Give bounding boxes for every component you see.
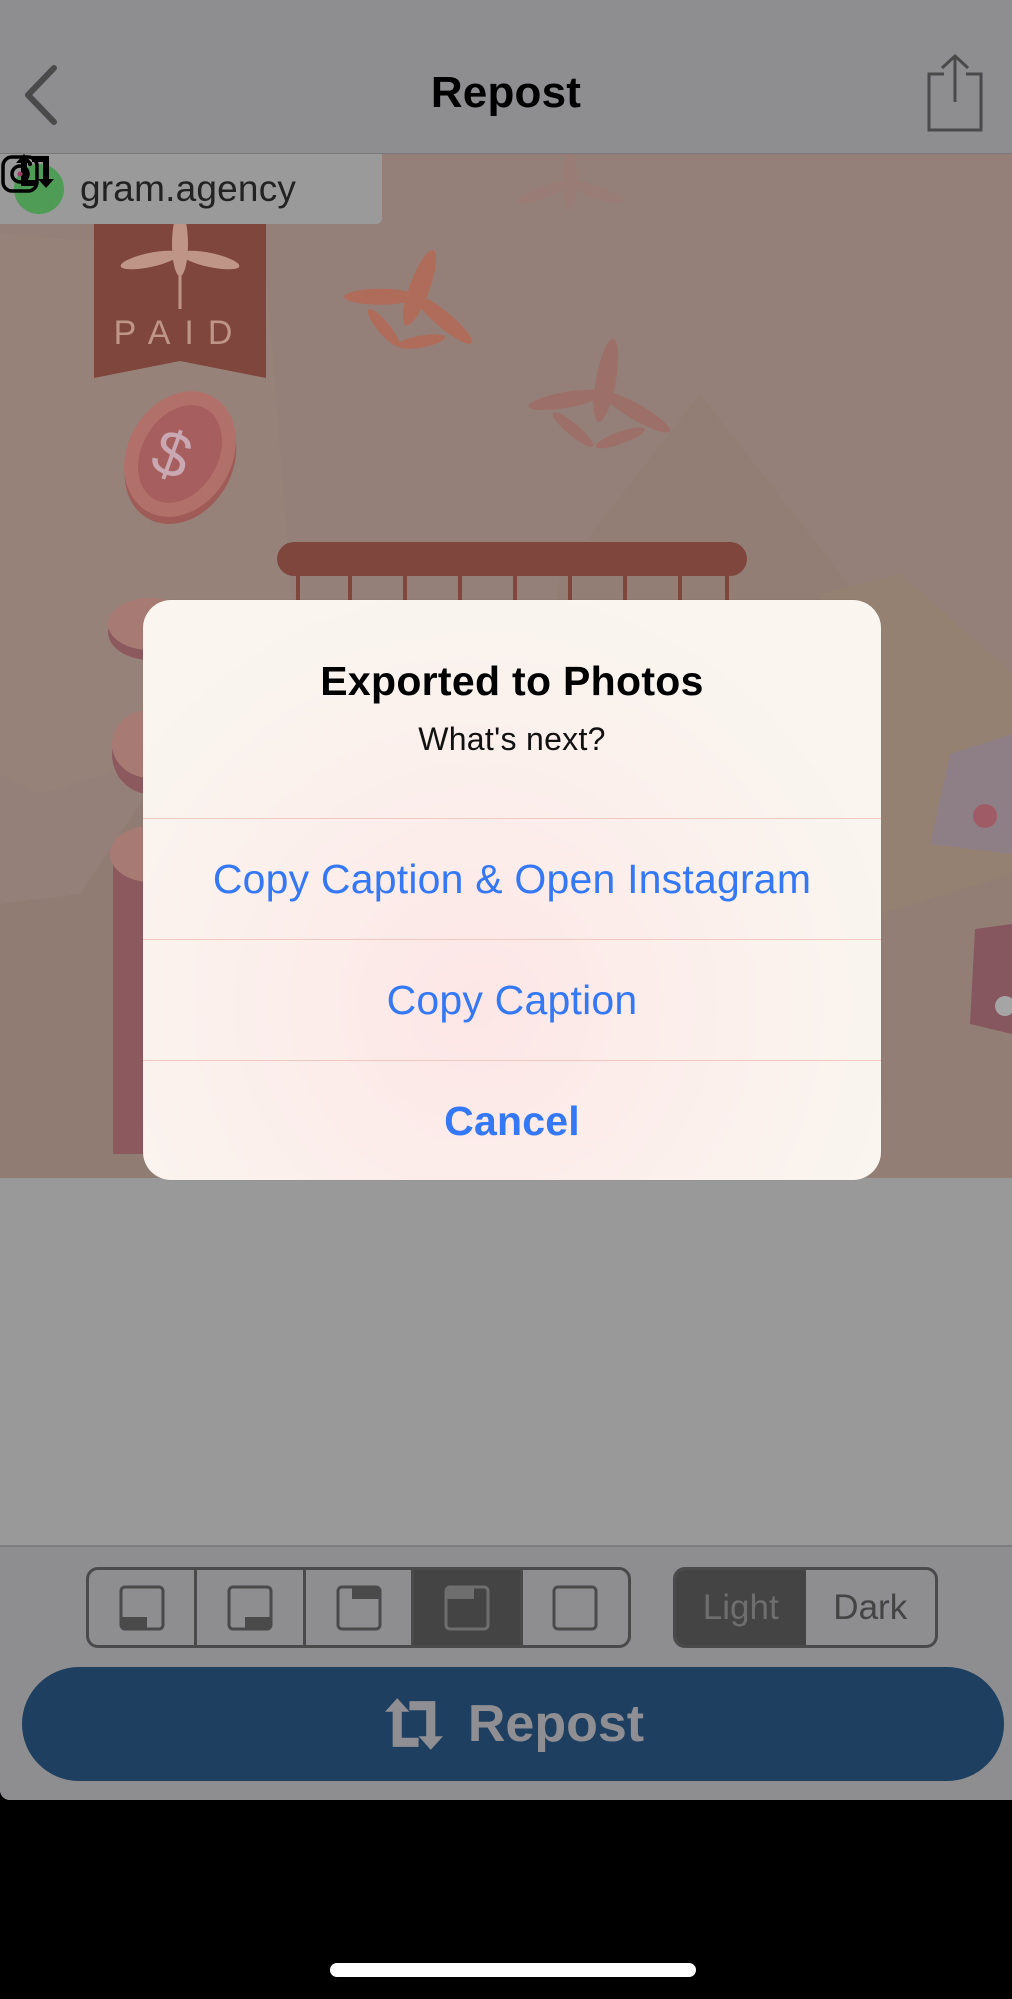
position-bottom-left[interactable] (89, 1570, 198, 1645)
theme-light[interactable]: Light (676, 1570, 806, 1645)
position-bottom-right[interactable] (197, 1570, 306, 1645)
theme-dark[interactable]: Dark (806, 1570, 936, 1645)
share-button[interactable] (924, 52, 986, 134)
position-bottom-right-icon (227, 1585, 273, 1630)
position-top-left-icon (444, 1585, 490, 1630)
theme-control: Light Dark (673, 1567, 938, 1648)
app-screen: Repost PAID $ gram.agency Light Dark Rep… (0, 0, 1012, 1800)
navigation-bar: Repost (0, 0, 1012, 154)
export-alert-dialog: Exported to Photos What's next? Copy Cap… (143, 600, 881, 1180)
basket-rim (277, 542, 747, 576)
ticket-card-red (970, 924, 1012, 1034)
instagram-icon (1, 155, 39, 193)
attribution-position-control (86, 1567, 631, 1648)
page-title: Repost (430, 68, 582, 117)
position-top-left[interactable] (414, 1570, 523, 1645)
alert-header: Exported to Photos What's next? (143, 600, 881, 818)
cancel-button[interactable]: Cancel (143, 1060, 881, 1180)
alert-message: What's next? (418, 721, 606, 757)
username: gram.agency (80, 168, 297, 209)
attribution-bar[interactable]: gram.agency (0, 154, 382, 224)
position-top-right-icon (336, 1585, 382, 1630)
position-none[interactable] (523, 1570, 628, 1645)
repost-button[interactable]: Repost (22, 1667, 1004, 1781)
position-none-icon (552, 1585, 598, 1630)
copy-caption-button[interactable]: Copy Caption (143, 939, 881, 1060)
paid-text: PAID (114, 314, 247, 352)
share-icon (927, 53, 983, 132)
avatar (1, 155, 64, 214)
home-indicator[interactable] (330, 1963, 696, 1977)
repost-icon (384, 1698, 443, 1750)
position-bottom-left-icon (119, 1585, 165, 1630)
bottom-toolbar: Light Dark Repost (0, 1545, 1012, 1800)
copy-caption-open-instagram-button[interactable]: Copy Caption & Open Instagram (143, 818, 881, 939)
position-top-right[interactable] (306, 1570, 415, 1645)
alert-title: Exported to Photos (320, 658, 704, 704)
repost-button-label: Repost (467, 1695, 645, 1753)
